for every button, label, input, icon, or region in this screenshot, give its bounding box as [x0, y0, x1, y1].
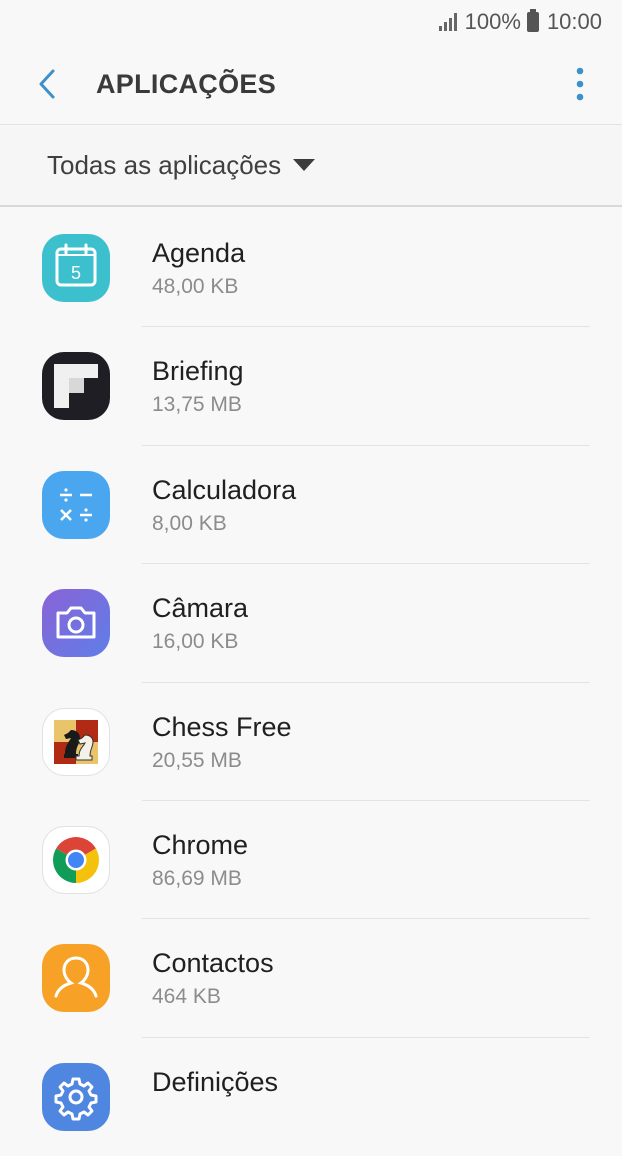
- app-size: 20,55 MB: [152, 748, 242, 772]
- settings-gear-icon: [42, 1062, 110, 1131]
- list-item-contactos[interactable]: Contactos 464 KB: [0, 919, 622, 1038]
- flipboard-icon: [42, 352, 110, 421]
- app-bar: APLICAÇÕES: [0, 44, 622, 125]
- app-name: Definições: [152, 1066, 279, 1097]
- app-name: Calculadora: [152, 474, 297, 505]
- more-vert-icon: [576, 67, 584, 101]
- app-size: 16,00 KB: [152, 630, 239, 654]
- chrome-icon: [42, 825, 110, 894]
- clock: 10:00: [546, 9, 602, 34]
- list-item-camara[interactable]: Câmara 16,00 KB: [0, 564, 622, 683]
- app-list: 5 Agenda 48,00 KB Briefing 13,75 MB Calc…: [0, 209, 622, 1156]
- app-size: 48,00 KB: [152, 275, 239, 298]
- battery-percentage: 100%: [464, 9, 521, 34]
- list-item-definicoes[interactable]: Definições: [0, 1038, 622, 1156]
- list-item-briefing[interactable]: Briefing 13,75 MB: [0, 327, 622, 446]
- status-bar: 100% 10:00: [0, 0, 622, 44]
- app-name: Agenda: [152, 238, 246, 268]
- app-name: Briefing: [152, 356, 244, 387]
- signal-icon: [438, 13, 457, 31]
- filter-label: Todas as aplicações: [47, 149, 282, 180]
- calendar-icon: 5: [42, 234, 110, 302]
- app-size: 86,69 MB: [152, 866, 242, 890]
- chess-icon: [42, 707, 110, 776]
- list-item-chess-free[interactable]: Chess Free 20,55 MB: [0, 683, 622, 801]
- app-size: 464 KB: [152, 985, 221, 1009]
- app-name: Chrome: [152, 829, 249, 860]
- list-item-agenda[interactable]: 5 Agenda 48,00 KB: [0, 209, 622, 328]
- contacts-icon: [42, 944, 110, 1013]
- app-size: 13,75 MB: [152, 393, 242, 417]
- app-name: Contactos: [152, 948, 274, 979]
- chevron-left-icon: [39, 69, 55, 99]
- camera-icon: [42, 589, 110, 658]
- app-size: 8,00 KB: [152, 511, 227, 535]
- more-options-button[interactable]: [550, 44, 610, 124]
- list-item-calculadora[interactable]: Calculadora 8,00 KB: [0, 446, 622, 565]
- page-title: APLICAÇÕES: [96, 68, 277, 99]
- battery-icon: [526, 9, 539, 32]
- back-button[interactable]: [0, 44, 96, 124]
- app-name: Chess Free: [152, 711, 292, 742]
- app-name: Câmara: [152, 593, 249, 624]
- apps-filter-dropdown[interactable]: Todas as aplicações: [0, 125, 622, 207]
- list-item-chrome[interactable]: Chrome 86,69 MB: [0, 801, 622, 920]
- calendar-day: 5: [71, 263, 81, 283]
- caret-down-icon: [293, 159, 316, 171]
- calculator-icon: [42, 470, 110, 539]
